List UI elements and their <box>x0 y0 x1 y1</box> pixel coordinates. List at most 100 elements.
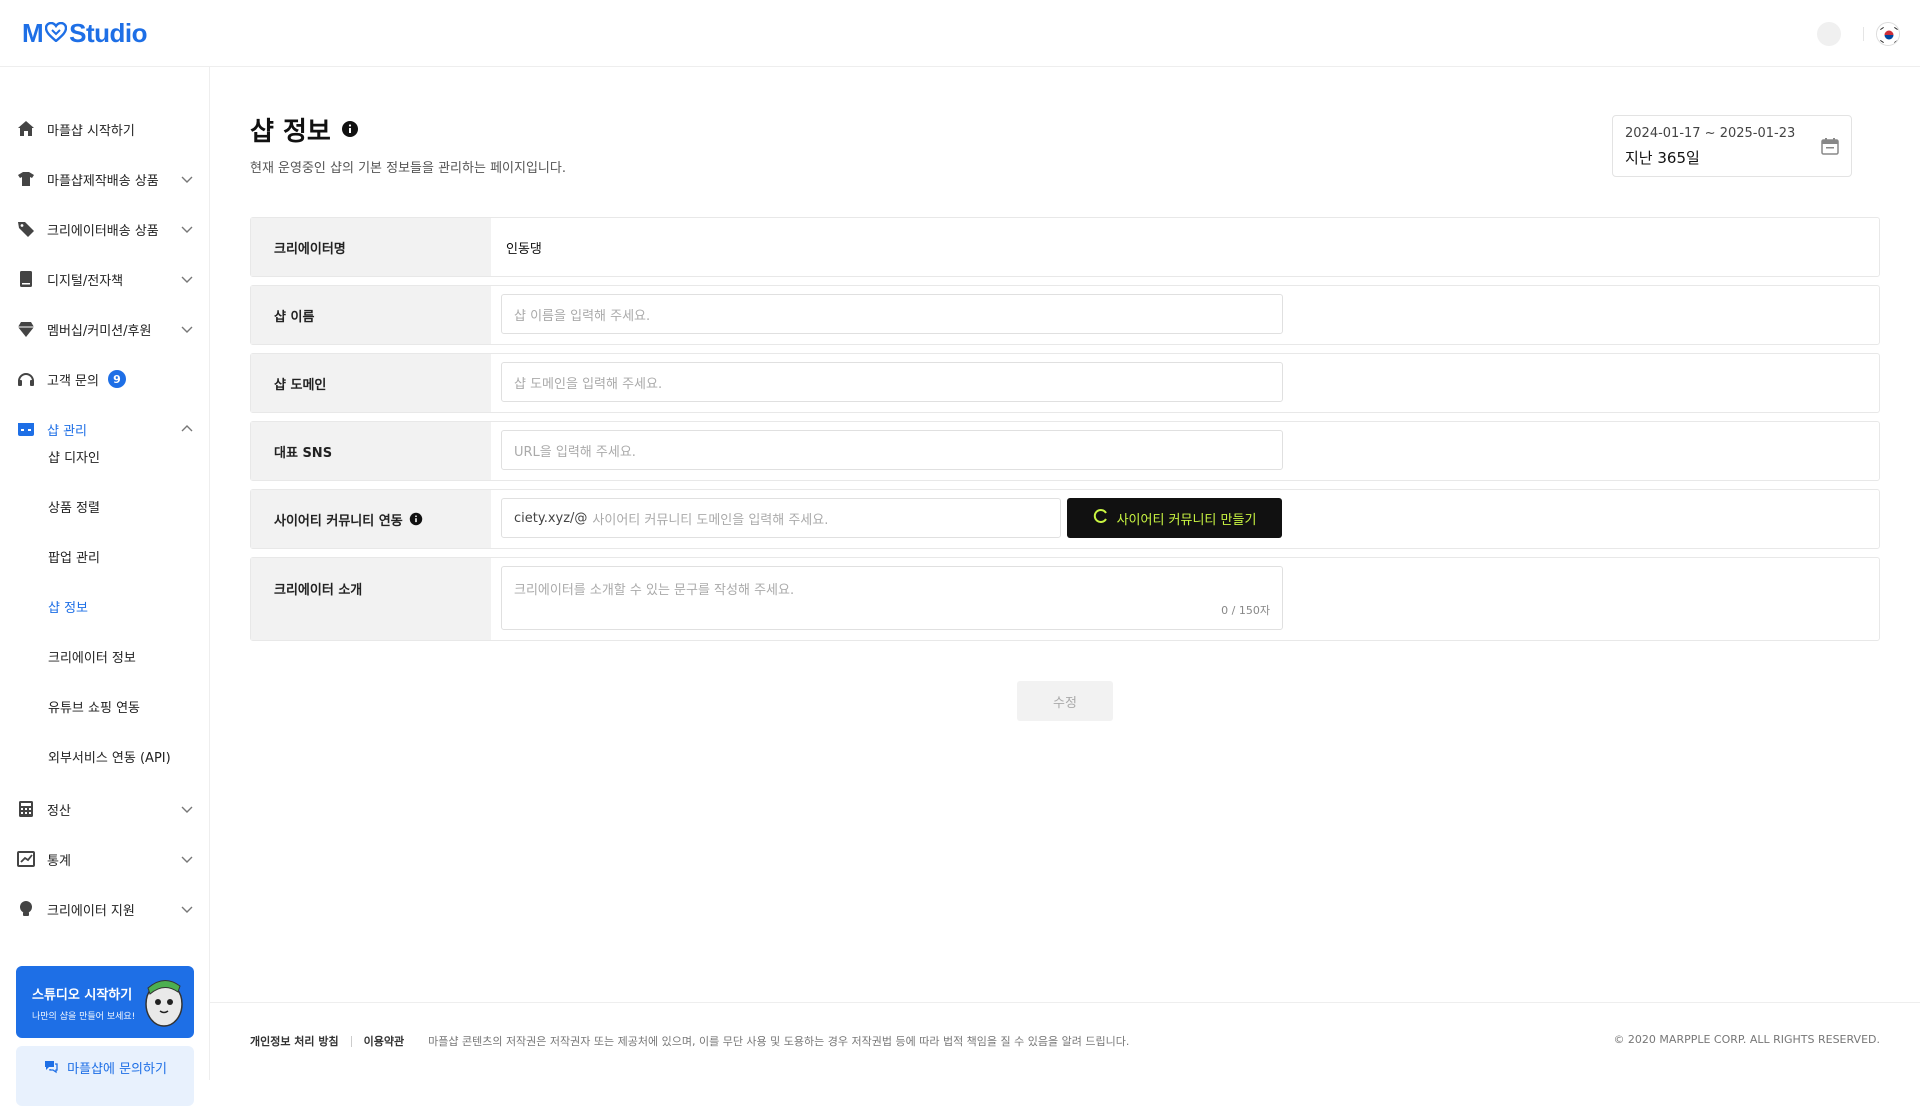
sidebar-item-label: 마플샵 시작하기 <box>47 123 135 139</box>
sidebar-item-label: 마플샵제작배송 상품 <box>47 173 159 189</box>
sidebar-subitem-creator-info[interactable]: 크리에이터 정보 <box>48 649 136 669</box>
creator-name-label: 크리에이터명 <box>251 218 491 276</box>
sidebar-subitem-product-sort[interactable]: 상품 정렬 <box>48 499 100 519</box>
row-ciety: 사이어티 커뮤니티 연동 ciety.xyz/@ 사이어티 커뮤니티 도메인을 … <box>250 489 1880 549</box>
sidebar-subitem-popup[interactable]: 팝업 관리 <box>48 549 100 569</box>
terms-link[interactable]: 이용약관 <box>364 1033 404 1049</box>
sidebar-item-label: 정산 <box>47 803 71 819</box>
top-bar: M Studio <box>0 0 1920 67</box>
page-title: 샵 정보 <box>250 111 359 148</box>
sidebar-item-shop-management[interactable]: 샵 관리 <box>0 409 210 449</box>
chevron-down-icon <box>181 856 193 863</box>
logo-text-left: M <box>22 18 44 48</box>
create-ciety-button[interactable]: 사이어티 커뮤니티 만들기 <box>1067 498 1282 538</box>
shop-domain-placeholder: 샵 도메인을 입력해 주세요. <box>514 376 663 392</box>
shop-name-placeholder: 샵 이름을 입력해 주세요. <box>514 308 651 324</box>
page-description: 현재 운영중인 샵의 기본 정보들을 관리하는 페이지입니다. <box>250 161 566 176</box>
ciety-placeholder: 사이어티 커뮤니티 도메인을 입력해 주세요. <box>592 512 829 528</box>
sidebar-item-label: 디지털/전자책 <box>47 273 124 289</box>
ciety-logo-icon <box>1093 508 1109 528</box>
sidebar-subitem-shop-design[interactable]: 샵 디자인 <box>48 449 100 469</box>
headset-icon <box>16 369 36 389</box>
sidebar-item-label: 크리에이터배송 상품 <box>47 223 159 239</box>
gem-icon <box>16 319 36 339</box>
sidebar: 마플샵 시작하기 마플샵제작배송 상품 크리에이터배송 상품 디지털/전자책 멤… <box>0 67 210 1106</box>
chevron-down-icon <box>181 276 193 283</box>
sidebar-item-label: 샵 관리 <box>47 423 88 439</box>
ciety-button-label: 사이어티 커뮤니티 만들기 <box>1116 512 1257 528</box>
notification-badge: 9 <box>107 370 126 388</box>
sidebar-item-creator-support[interactable]: 크리에이터 지원 <box>0 889 210 929</box>
chevron-down-icon <box>181 176 193 183</box>
korea-flag-icon[interactable] <box>1876 22 1900 46</box>
chart-icon <box>16 849 36 869</box>
intro-textarea[interactable]: 크리에이터를 소개할 수 있는 문구를 작성해 주세요. 0 / 150자 <box>501 566 1283 630</box>
sidebar-item-start[interactable]: 마플샵 시작하기 <box>0 109 210 149</box>
sidebar-item-label: 멤버십/커미션/후원 <box>47 323 152 339</box>
shop-domain-input[interactable]: 샵 도메인을 입력해 주세요. <box>501 362 1283 402</box>
sidebar-item-digital[interactable]: 디지털/전자책 <box>0 259 210 299</box>
row-sns: 대표 SNS URL을 입력해 주세요. <box>250 421 1880 481</box>
privacy-policy-link[interactable]: 개인정보 처리 방침 <box>250 1033 339 1049</box>
date-range-picker[interactable]: 2024-01-17 ~ 2025-01-23 지난 365일 <box>1612 115 1852 177</box>
contact-marpple-button[interactable]: 마플샵에 문의하기 <box>16 1046 194 1106</box>
logo-text-right: Studio <box>69 18 148 48</box>
copyright: © 2020 MARPPLE CORP. ALL RIGHTS RESERVED… <box>1613 1033 1880 1046</box>
char-count: 0 / 150자 <box>1221 604 1270 617</box>
mascot-icon <box>145 980 183 1027</box>
tshirt-icon <box>16 169 36 189</box>
sidebar-item-statistics[interactable]: 통계 <box>0 839 210 879</box>
sidebar-subitem-external-api[interactable]: 외부서비스 연동 (API) <box>48 749 171 769</box>
avatar[interactable] <box>1817 22 1841 46</box>
sns-placeholder: URL을 입력해 주세요. <box>514 444 636 460</box>
calendar-icon <box>1821 138 1839 155</box>
calculator-icon <box>16 799 36 819</box>
chevron-down-icon <box>181 906 193 913</box>
info-icon[interactable] <box>409 512 423 526</box>
ciety-label: 사이어티 커뮤니티 연동 <box>251 490 491 548</box>
studio-logo[interactable]: M Studio <box>22 18 148 49</box>
info-icon[interactable] <box>341 115 359 145</box>
chevron-down-icon <box>181 326 193 333</box>
date-period: 지난 365일 <box>1625 149 1700 167</box>
divider <box>350 1035 352 1047</box>
sns-label: 대표 SNS <box>251 422 491 480</box>
footer: 개인정보 처리 방침 이용약관 마플샵 콘텐츠의 저작권은 저작권자 또는 제공… <box>210 1002 1920 1080</box>
chevron-down-icon <box>181 806 193 813</box>
intro-placeholder: 크리에이터를 소개할 수 있는 문구를 작성해 주세요. <box>514 583 795 598</box>
studio-start-banner[interactable]: 스튜디오 시작하기 나만의 샵을 만들어 보세요! <box>16 966 194 1038</box>
submit-button[interactable]: 수정 <box>1017 681 1113 721</box>
book-icon <box>16 269 36 289</box>
bulb-icon <box>16 899 36 919</box>
copyright-notice: 마플샵 콘텐츠의 저작권은 저작권자 또는 제공처에 있으며, 이를 무단 사용… <box>428 1035 1130 1048</box>
chat-icon <box>43 1058 59 1106</box>
chevron-down-icon <box>181 226 193 233</box>
creator-name-value: 인동댕 <box>506 241 542 257</box>
sidebar-item-label: 통계 <box>47 853 71 869</box>
home-icon <box>16 119 36 139</box>
shop-domain-label: 샵 도메인 <box>251 354 491 412</box>
sidebar-item-marpple-products[interactable]: 마플샵제작배송 상품 <box>0 159 210 199</box>
row-shop-name: 샵 이름 샵 이름을 입력해 주세요. <box>250 285 1880 345</box>
sidebar-item-customer-inquiry[interactable]: 고객 문의 9 <box>0 359 210 399</box>
sidebar-item-membership[interactable]: 멤버십/커미션/후원 <box>0 309 210 349</box>
sidebar-subitem-shop-info[interactable]: 샵 정보 <box>48 599 88 619</box>
row-creator-name: 크리에이터명 인동댕 <box>250 217 1880 277</box>
ciety-label-text: 사이어티 커뮤니티 연동 <box>274 513 403 529</box>
sidebar-item-settlement[interactable]: 정산 <box>0 789 210 829</box>
row-creator-intro: 크리에이터 소개 크리에이터를 소개할 수 있는 문구를 작성해 주세요. 0 … <box>250 557 1880 641</box>
tag-icon <box>16 219 36 239</box>
divider <box>1863 27 1864 41</box>
sidebar-subitem-youtube-shopping[interactable]: 유튜브 쇼핑 연동 <box>48 699 140 719</box>
sidebar-item-creator-products[interactable]: 크리에이터배송 상품 <box>0 209 210 249</box>
shop-name-label: 샵 이름 <box>251 286 491 344</box>
chevron-up-icon <box>181 425 193 432</box>
page-title-text: 샵 정보 <box>250 117 331 147</box>
sns-url-input[interactable]: URL을 입력해 주세요. <box>501 430 1283 470</box>
shop-name-input[interactable]: 샵 이름을 입력해 주세요. <box>501 294 1283 334</box>
intro-label: 크리에이터 소개 <box>251 558 491 640</box>
ciety-domain-input[interactable]: ciety.xyz/@ 사이어티 커뮤니티 도메인을 입력해 주세요. <box>501 498 1061 538</box>
contact-label: 마플샵에 문의하기 <box>67 1062 167 1077</box>
store-icon <box>16 419 36 439</box>
row-shop-domain: 샵 도메인 샵 도메인을 입력해 주세요. <box>250 353 1880 413</box>
